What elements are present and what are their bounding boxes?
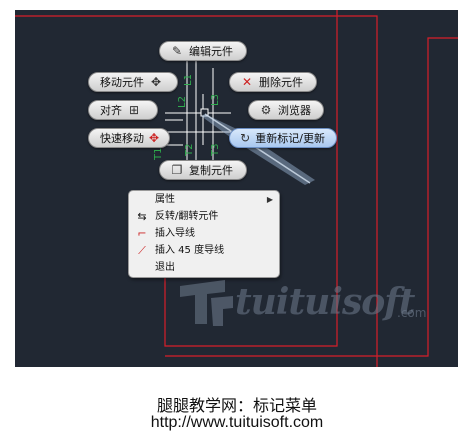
marking-item-quick-move[interactable]: 快速移动 ✥	[88, 128, 170, 148]
retag-update-icon: ↻	[240, 131, 251, 145]
flip-component-icon: ⇆	[137, 210, 147, 223]
wire-label-t1: T1	[153, 148, 164, 161]
wire-label-l3: L3	[210, 94, 221, 106]
delete-component-icon: ✕	[241, 75, 253, 89]
quick-move-icon: ✥	[148, 131, 160, 145]
marking-item-copy-component[interactable]: ❐ 复制元件	[159, 160, 247, 180]
context-menu: 属性 ▶ ⇆ 反转/翻转元件 ⌐ 插入导线 ⟋ 插入 45 度导线 退出	[128, 190, 280, 278]
drawing-canvas[interactable]: L1 L2 L3 T1 T2 T3 ✎ 编辑元件 移动元件 ✥ ✕ 删除元件 对…	[15, 10, 458, 367]
marking-item-align[interactable]: 对齐 ⊞	[88, 100, 158, 120]
marking-item-delete-component[interactable]: ✕ 删除元件	[229, 72, 317, 92]
move-component-icon: ✥	[150, 75, 162, 89]
wire-label-t3: T3	[210, 144, 221, 157]
watermark: tuituisoft .com	[175, 278, 435, 328]
context-item-flip-component[interactable]: ⇆ 反转/翻转元件	[129, 208, 279, 225]
marking-item-edit-component[interactable]: ✎ 编辑元件	[159, 41, 247, 61]
context-item-exit[interactable]: 退出	[129, 259, 279, 276]
wire-label-l1: L1	[183, 74, 194, 86]
browser-icon: ⚙	[260, 103, 272, 117]
copy-component-icon: ❐	[171, 163, 183, 177]
context-item-properties[interactable]: 属性 ▶	[129, 191, 279, 208]
watermark-logo	[180, 280, 233, 326]
marking-item-retag-update[interactable]: ↻ 重新标记/更新	[229, 128, 337, 148]
marking-item-move-component[interactable]: 移动元件 ✥	[88, 72, 178, 92]
insert-wire-icon: ⌐	[137, 227, 147, 240]
context-item-insert-45-wire[interactable]: ⟋ 插入 45 度导线	[129, 242, 279, 259]
edit-component-icon: ✎	[171, 44, 183, 58]
insert-45-wire-icon: ⟋	[138, 244, 146, 257]
submenu-arrow-icon: ▶	[266, 195, 273, 204]
context-item-insert-wire[interactable]: ⌐ 插入导线	[129, 225, 279, 242]
caption-url: http://www.tuituisoft.com	[150, 414, 324, 431]
marking-item-browser[interactable]: ⚙ 浏览器	[248, 100, 324, 120]
watermark-text: tuituisoft	[235, 281, 415, 323]
watermark-suffix: .com	[397, 306, 427, 320]
wire-label-t2: T2	[184, 144, 195, 157]
wire-label-l2: L2	[177, 96, 188, 108]
align-icon: ⊞	[128, 103, 140, 117]
caption-title: 腿腿教学网：标记菜单	[156, 396, 317, 415]
